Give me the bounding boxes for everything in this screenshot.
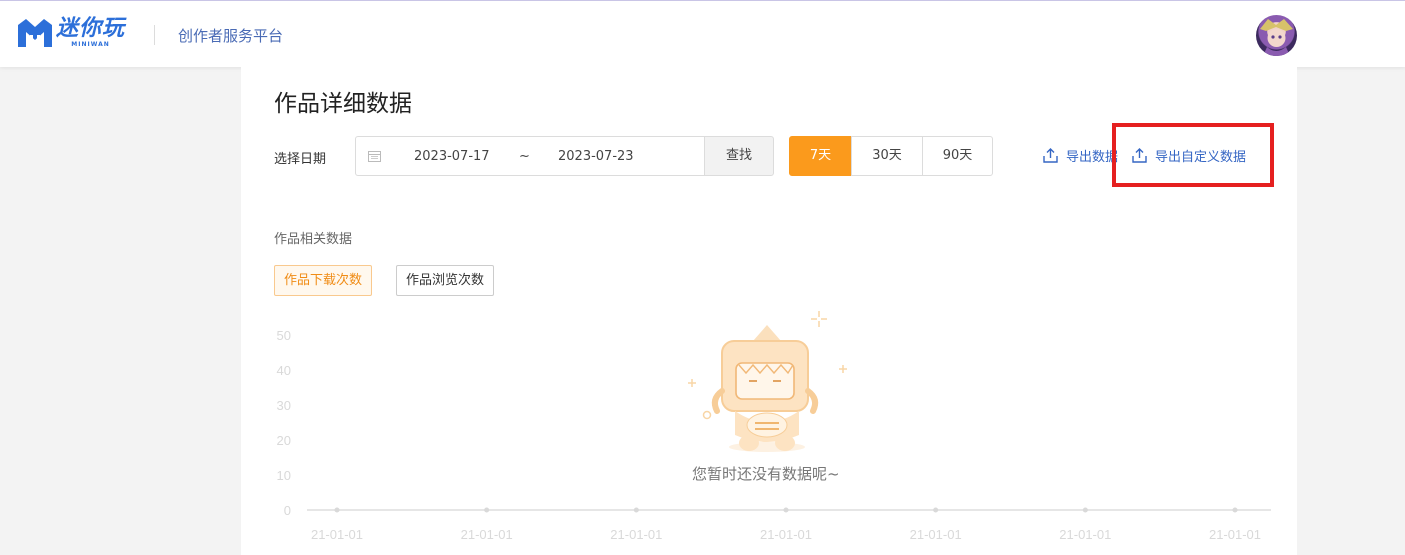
y-tick-label: 30: [277, 398, 291, 413]
x-tick-label: 21-01-01: [1209, 527, 1261, 542]
x-tick-label: 21-01-01: [1059, 527, 1111, 542]
export-data-link[interactable]: 导出数据: [1043, 146, 1118, 165]
x-tick-mark: [783, 507, 789, 513]
range-90-days-button[interactable]: 90天: [922, 136, 993, 176]
date-range-picker[interactable]: 2023-07-17 ~ 2023-07-23: [355, 136, 705, 176]
x-tick-mark: [484, 507, 490, 513]
section-label: 作品相关数据: [274, 232, 353, 247]
empty-state-text: 您暂时还没有数据呢~: [692, 465, 840, 483]
y-tick-label: 0: [284, 503, 291, 518]
date-label: 选择日期: [274, 152, 327, 167]
y-tick-label: 10: [277, 468, 291, 483]
x-tick-label: 21-01-01: [610, 527, 662, 542]
x-tick-mark: [1082, 507, 1088, 513]
y-tick-label: 20: [277, 433, 291, 448]
x-tick-label: 21-01-01: [461, 527, 513, 542]
logo-subtitle: MINIWAN: [71, 41, 110, 48]
calendar-icon: [368, 151, 381, 162]
user-avatar[interactable]: [1256, 15, 1297, 56]
platform-name[interactable]: 创作者服务平台: [178, 25, 283, 46]
date-start[interactable]: 2023-07-17: [414, 149, 490, 164]
top-bar: 迷你玩 MINIWAN 创作者服务平台: [0, 0, 1405, 67]
page-title: 作品详细数据: [274, 91, 412, 117]
x-tick-label: 21-01-01: [910, 527, 962, 542]
range-selector: 7天 30天 90天: [789, 136, 993, 176]
x-tick-mark: [1232, 507, 1238, 513]
highlight-box: [1112, 123, 1274, 187]
content-panel: 作品详细数据 选择日期 2023-07-17 ~ 2023-07-23 查找 7…: [241, 67, 1297, 555]
y-tick-label: 50: [277, 328, 291, 343]
date-end[interactable]: 2023-07-23: [558, 149, 634, 164]
x-tick-label: 21-01-01: [760, 527, 812, 542]
y-tick-label: 40: [277, 363, 291, 378]
x-tick-label: 21-01-01: [311, 527, 363, 542]
logo[interactable]: 迷你玩 MINIWAN: [16, 17, 125, 51]
metric-downloads-button[interactable]: 作品下载次数: [274, 265, 373, 296]
logo-icon: [16, 17, 54, 49]
metric-views-button[interactable]: 作品浏览次数: [396, 265, 495, 296]
range-30-days-button[interactable]: 30天: [851, 136, 923, 176]
empty-state-mascot-icon: [688, 311, 847, 452]
logo-title: 迷你玩: [56, 16, 126, 41]
header-divider: [154, 25, 155, 45]
export-data-label: 导出数据: [1066, 150, 1119, 165]
x-tick-mark: [933, 507, 939, 513]
date-separator: ~: [519, 149, 530, 164]
x-tick-mark: [633, 507, 639, 513]
upload-icon: [1043, 148, 1058, 163]
x-tick-mark: [334, 507, 340, 513]
search-button[interactable]: 查找: [704, 136, 774, 176]
range-7-days-button[interactable]: 7天: [789, 136, 852, 176]
